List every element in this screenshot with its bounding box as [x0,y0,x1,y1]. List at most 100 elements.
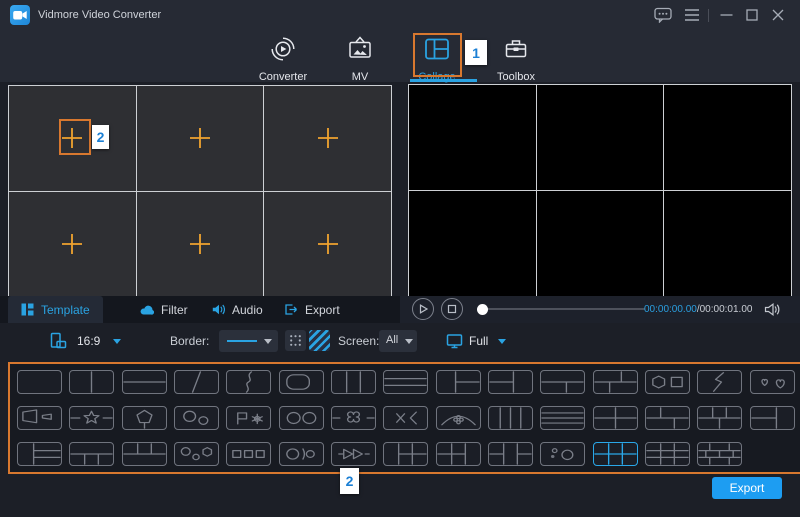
template-dots-circle[interactable] [540,442,585,466]
menu-button[interactable] [684,7,700,23]
tabs-player-strip: Template Filter Audio Export [0,296,800,323]
template-hexagon-square[interactable] [645,370,690,394]
template-rounded-inset[interactable] [279,370,324,394]
tab-export[interactable]: Export [284,296,340,323]
time-current: 00:00:00.00 [644,304,697,315]
tab-filter-label: Filter [161,303,188,317]
minimize-button[interactable] [720,7,733,23]
template-cross-bracket[interactable] [383,406,428,430]
feedback-button[interactable] [654,7,672,23]
template-arch-clover[interactable] [436,406,481,430]
caret-down-icon[interactable] [113,339,121,344]
export-button[interactable]: Export [712,477,782,499]
maximize-button[interactable] [746,7,758,23]
stop-button[interactable] [441,298,463,320]
tab-audio[interactable]: Audio [212,296,263,323]
tab-template[interactable]: Template [8,296,103,323]
template-cols4[interactable] [488,406,533,430]
titlebar-divider [708,9,709,22]
template-mixed-shapes[interactable] [174,442,219,466]
feedback-icon [654,7,672,23]
template-grid-3col-left-split[interactable] [436,442,481,466]
nav-item-toolbox[interactable]: Toolbox [485,36,547,83]
play-button[interactable] [412,298,434,320]
caret-down-icon [405,339,413,344]
template-grid-2x3[interactable] [593,442,638,466]
aspect-ratio-icon [50,332,67,349]
template-row-top-3cols[interactable] [122,442,167,466]
template-brick-layout[interactable] [697,406,742,430]
template-row [17,406,795,430]
template-rows-staggered[interactable] [593,370,638,394]
titlebar: Vidmore Video Converter [0,0,800,82]
template-grid-2x2[interactable] [593,406,638,430]
border-dots-button[interactable] [285,330,306,351]
annotation-step2b-number: 2 [346,473,354,489]
seek-knob[interactable] [477,304,488,315]
annotation-step2b-badge: 2 [340,468,359,494]
template-rows3[interactable] [383,370,428,394]
annotation-step2-badge: 2 [92,125,109,149]
template-col-right-3rows[interactable] [17,442,62,466]
template-curve-split[interactable] [226,370,271,394]
nav-item-mv[interactable]: MV [329,36,391,83]
template-rows2[interactable] [122,370,167,394]
hatch-pattern-button[interactable] [309,330,330,351]
collage-cell-add[interactable] [137,86,264,191]
template-row [17,442,795,466]
template-col-left-2rows[interactable] [488,370,533,394]
volume-button[interactable] [764,302,781,322]
template-diagonal[interactable] [174,370,219,394]
template-circles-uneven[interactable] [174,406,219,430]
filter-cloud-icon [140,303,154,316]
template-squares-row[interactable] [226,442,271,466]
template-fast-forward[interactable] [331,442,376,466]
template-rows4[interactable] [540,406,585,430]
template-lightning-split[interactable] [697,370,742,394]
border-dots-icon [288,333,303,348]
border-style-dropdown[interactable] [219,330,278,352]
app-logo-icon [10,5,30,25]
template-row-bottom-2cols[interactable] [540,370,585,394]
template-cols3[interactable] [331,370,376,394]
template-circles-pair[interactable] [279,406,324,430]
template-grid-2x2-offset[interactable] [645,406,690,430]
template-grid-3col-side-split[interactable] [488,442,533,466]
border-label: Border: [170,334,209,348]
stop-icon [442,299,462,319]
collage-cell-add[interactable] [137,192,264,297]
template-col-right-2rows[interactable] [436,370,481,394]
monitor-icon [446,333,463,349]
template-single[interactable] [17,370,62,394]
vidmore-window: Vidmore Video Converter [0,0,800,517]
template-trapezoids[interactable] [17,406,62,430]
display-mode-value: Full [469,334,488,348]
collage-cell-add[interactable] [264,192,391,297]
preview-cell [409,85,536,190]
nav-item-converter[interactable]: Converter [252,36,314,83]
template-grid-dense[interactable] [697,442,742,466]
template-circle-reel[interactable] [279,442,324,466]
close-button[interactable] [771,7,785,23]
seek-slider[interactable] [479,308,645,310]
template-clover-band[interactable] [331,406,376,430]
tab-filter[interactable]: Filter [140,296,188,323]
annotation-step1-box [413,33,462,77]
collage-cell-add[interactable] [264,86,391,191]
template-grid-3col-right-split[interactable] [383,442,428,466]
collage-cell-add[interactable] [9,192,136,297]
display-mode-dropdown[interactable] [446,333,463,354]
export-arrow-icon [284,303,298,316]
template-hearts[interactable] [750,370,795,394]
ratio-dropdown[interactable] [50,332,67,354]
template-pentagon-pin[interactable] [122,406,167,430]
template-grid-3x3[interactable] [645,442,690,466]
template-row-bottom-3cols[interactable] [69,442,114,466]
caret-down-icon[interactable] [498,339,506,344]
screen-dropdown[interactable]: All [379,330,417,352]
template-2rows-col[interactable] [750,406,795,430]
app-logo-glyph [10,5,30,25]
template-cols2[interactable] [69,370,114,394]
template-star-band[interactable] [69,406,114,430]
template-flag-gear[interactable] [226,406,271,430]
